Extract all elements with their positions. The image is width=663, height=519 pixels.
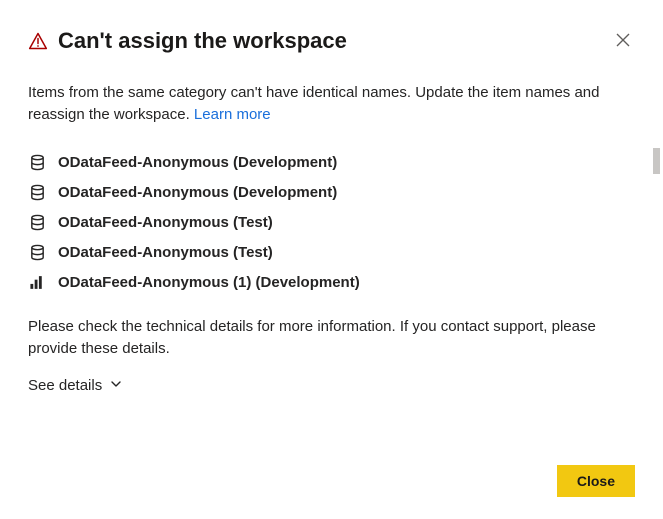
item-label: ODataFeed-Anonymous (Development) — [58, 154, 337, 171]
intro-text: Items from the same category can't have … — [28, 82, 635, 126]
title-wrap: Can't assign the workspace — [28, 28, 347, 54]
warning-icon — [28, 31, 48, 51]
dataset-icon — [28, 244, 46, 262]
list-item: ODataFeed-Anonymous (1) (Development) — [28, 268, 635, 298]
dataset-icon — [28, 154, 46, 172]
technical-text: Please check the technical details for m… — [28, 316, 635, 360]
scrollbar-thumb[interactable] — [653, 148, 660, 174]
dataset-icon — [28, 214, 46, 232]
item-label: ODataFeed-Anonymous (Test) — [58, 244, 273, 261]
dataset-icon — [28, 184, 46, 202]
dialog-footer: Close — [557, 465, 635, 497]
item-label: ODataFeed-Anonymous (1) (Development) — [58, 274, 360, 291]
item-label: ODataFeed-Anonymous (Development) — [58, 184, 337, 201]
dialog-header: Can't assign the workspace — [28, 28, 635, 54]
item-label: ODataFeed-Anonymous (Test) — [58, 214, 273, 231]
list-item: ODataFeed-Anonymous (Development) — [28, 178, 635, 208]
close-icon — [615, 36, 631, 51]
list-item: ODataFeed-Anonymous (Test) — [28, 208, 635, 238]
report-icon — [28, 274, 46, 292]
conflict-item-list: ODataFeed-Anonymous (Development) ODataF… — [28, 148, 635, 298]
close-button[interactable]: Close — [557, 465, 635, 497]
see-details-label: See details — [28, 377, 102, 394]
see-details-toggle[interactable]: See details — [28, 377, 122, 394]
learn-more-link[interactable]: Learn more — [194, 106, 271, 123]
list-item: ODataFeed-Anonymous (Development) — [28, 148, 635, 178]
intro-text-content: Items from the same category can't have … — [28, 84, 600, 123]
close-icon-button[interactable] — [611, 28, 635, 54]
list-item: ODataFeed-Anonymous (Test) — [28, 238, 635, 268]
dialog-title: Can't assign the workspace — [58, 28, 347, 54]
chevron-down-icon — [110, 377, 122, 394]
